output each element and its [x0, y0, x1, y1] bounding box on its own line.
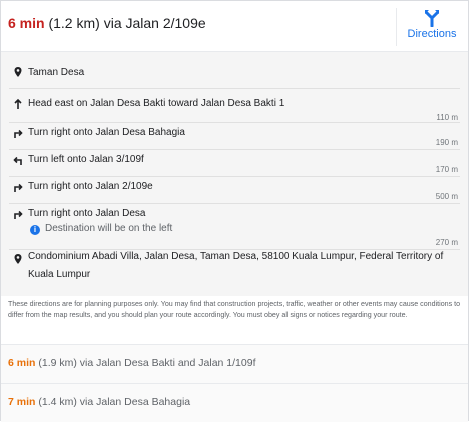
step-item[interactable]: Turn right onto Jalan 2/109e 500 m: [9, 177, 460, 204]
route-distance: (1.2 km): [48, 15, 100, 31]
alt-route-distance: (1.9 km): [38, 357, 77, 369]
step-item[interactable]: Turn right onto Jalan Desa Bahagia 190 m: [9, 123, 460, 150]
alt-route-via: via Jalan Desa Bahagia: [79, 396, 191, 408]
alt-route-distance: (1.4 km): [38, 396, 77, 408]
step-item[interactable]: Turn left onto Jalan 3/109f 170 m: [9, 150, 460, 177]
step-distance: 270 m: [435, 238, 458, 247]
destination-row[interactable]: Condominium Abadi Villa, Jalan Desa, Tam…: [9, 250, 460, 294]
route-header[interactable]: 6 min (1.2 km) via Jalan 2/109e Directio…: [1, 1, 468, 52]
step-item[interactable]: Turn right onto Jalan Desa i Destination …: [9, 204, 460, 250]
turn-right-icon: [14, 129, 23, 138]
location-pin-icon: [14, 254, 22, 264]
directions-panel: 6 min (1.2 km) via Jalan 2/109e Directio…: [0, 0, 469, 422]
origin-row[interactable]: Taman Desa: [9, 52, 460, 89]
destination-note: i Destination will be on the left: [30, 223, 172, 235]
step-instruction: Turn right onto Jalan 2/109e: [28, 181, 153, 192]
destination-note-text: Destination will be on the left: [45, 223, 173, 234]
step-distance: 190 m: [435, 138, 458, 147]
origin-label: Taman Desa: [28, 67, 85, 78]
destination-address-line1: Condominium Abadi Villa, Jalan Desa, Tam…: [28, 251, 444, 262]
disclaimer-text: These directions are for planning purpos…: [8, 300, 461, 319]
step-instruction: Head east on Jalan Desa Bakti toward Jal…: [28, 98, 285, 109]
turn-left-icon: [13, 156, 22, 165]
alternative-route-1[interactable]: 6 min (1.9 km) via Jalan Desa Bakti and …: [1, 344, 468, 383]
alt-route-via: via Jalan Desa Bakti and Jalan 1/109f: [79, 357, 256, 369]
arrow-up-icon: [14, 98, 22, 109]
route-time: 6 min: [8, 15, 45, 31]
route-summary: 6 min (1.2 km) via Jalan 2/109e: [8, 15, 206, 31]
step-instruction: Turn right onto Jalan Desa Bahagia: [28, 127, 185, 138]
step-list: Taman Desa Head east on Jalan Desa Bakti…: [1, 52, 468, 296]
turn-right-icon: [14, 183, 23, 192]
directions-button[interactable]: Directions: [396, 8, 467, 46]
step-instruction: Turn right onto Jalan Desa: [28, 208, 146, 219]
alt-route-time: 7 min: [8, 396, 36, 408]
location-pin-icon: [14, 67, 22, 77]
step-distance: 500 m: [435, 192, 458, 201]
info-icon: i: [30, 225, 40, 235]
alternative-route-2[interactable]: 7 min (1.4 km) via Jalan Desa Bahagia: [1, 383, 468, 422]
route-via: via Jalan 2/109e: [103, 15, 206, 31]
step-item[interactable]: Head east on Jalan Desa Bakti toward Jal…: [9, 89, 460, 123]
alt-route-time: 6 min: [8, 357, 36, 369]
step-distance: 170 m: [435, 165, 458, 174]
directions-label: Directions: [407, 28, 457, 40]
destination-address-line2: Kuala Lumpur: [28, 269, 91, 280]
turn-right-icon: [14, 210, 23, 219]
step-distance: 110 m: [436, 113, 458, 122]
directions-fork-icon: [425, 10, 439, 27]
step-instruction: Turn left onto Jalan 3/109f: [28, 154, 144, 165]
